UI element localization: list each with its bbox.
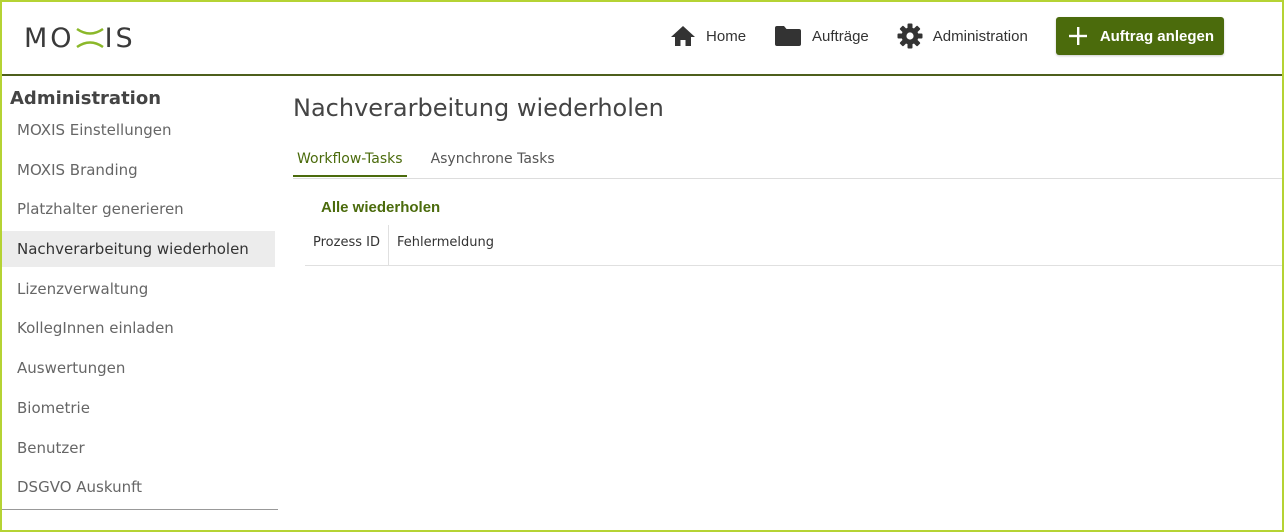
sidebar-divider [2,509,278,510]
nav-orders-label: Aufträge [812,27,869,45]
sidebar-item-biometrie[interactable]: Biometrie [2,390,259,426]
create-order-button[interactable]: Auftrag anlegen [1055,17,1224,55]
nav-administration[interactable]: Administration [897,16,1028,56]
sidebar-item-auswertungen[interactable]: Auswertungen [2,350,259,386]
nav-home[interactable]: Home [670,16,746,56]
folder-icon [775,26,802,46]
table-header: Prozess ID Fehlermeldung [305,225,1282,266]
sidebar-item-benutzer[interactable]: Benutzer [2,430,259,466]
tab-workflow-tasks[interactable]: Workflow-Tasks [293,144,407,177]
top-header: MO IS Home Aufträge Administration Auftr… [2,2,1282,76]
sidebar-title: Administration [10,88,162,109]
tab-bar: Workflow-Tasks Asynchrone Tasks [293,144,1282,179]
sidebar-item-moxis-einstellungen[interactable]: MOXIS Einstellungen [2,112,259,148]
logo-text-left: MO [24,22,75,54]
retry-all-button[interactable]: Alle wiederholen [321,199,440,216]
column-header-prozess-id[interactable]: Prozess ID [305,225,389,265]
tab-asynchrone-tasks[interactable]: Asynchrone Tasks [427,144,559,177]
moxis-logo[interactable]: MO IS [24,22,136,54]
plus-icon [1068,27,1087,45]
home-icon [671,26,696,46]
sidebar-item-moxis-branding[interactable]: MOXIS Branding [2,152,259,188]
nav-administration-label: Administration [932,27,1028,45]
page-title: Nachverarbeitung wiederholen [293,94,664,122]
sidebar-item-dsgvo-auskunft[interactable]: DSGVO Auskunft [2,469,259,505]
sidebar-item-kolleginnen-einladen[interactable]: KollegInnen einladen [2,310,259,346]
sidebar-menu: MOXIS Einstellungen MOXIS Branding Platz… [2,112,278,505]
logo-text-right: IS [104,22,136,54]
main-content: Nachverarbeitung wiederholen Workflow-Ta… [293,86,1282,266]
gear-icon [897,23,923,49]
top-nav: Home Aufträge Administration Auftrag anl… [670,16,1282,56]
nav-orders[interactable]: Aufträge [774,16,869,56]
column-header-fehlermeldung[interactable]: Fehlermeldung [389,225,502,265]
sidebar-item-lizenzverwaltung[interactable]: Lizenzverwaltung [2,271,259,307]
nav-home-label: Home [706,27,747,45]
sidebar-item-platzhalter-generieren[interactable]: Platzhalter generieren [2,191,259,227]
sidebar-item-nachverarbeitung-wiederholen[interactable]: Nachverarbeitung wiederholen [2,231,275,268]
create-order-label: Auftrag anlegen [1099,27,1214,45]
admin-sidebar: Administration MOXIS Einstellungen MOXIS… [2,86,278,509]
logo-x-icon [75,26,104,50]
